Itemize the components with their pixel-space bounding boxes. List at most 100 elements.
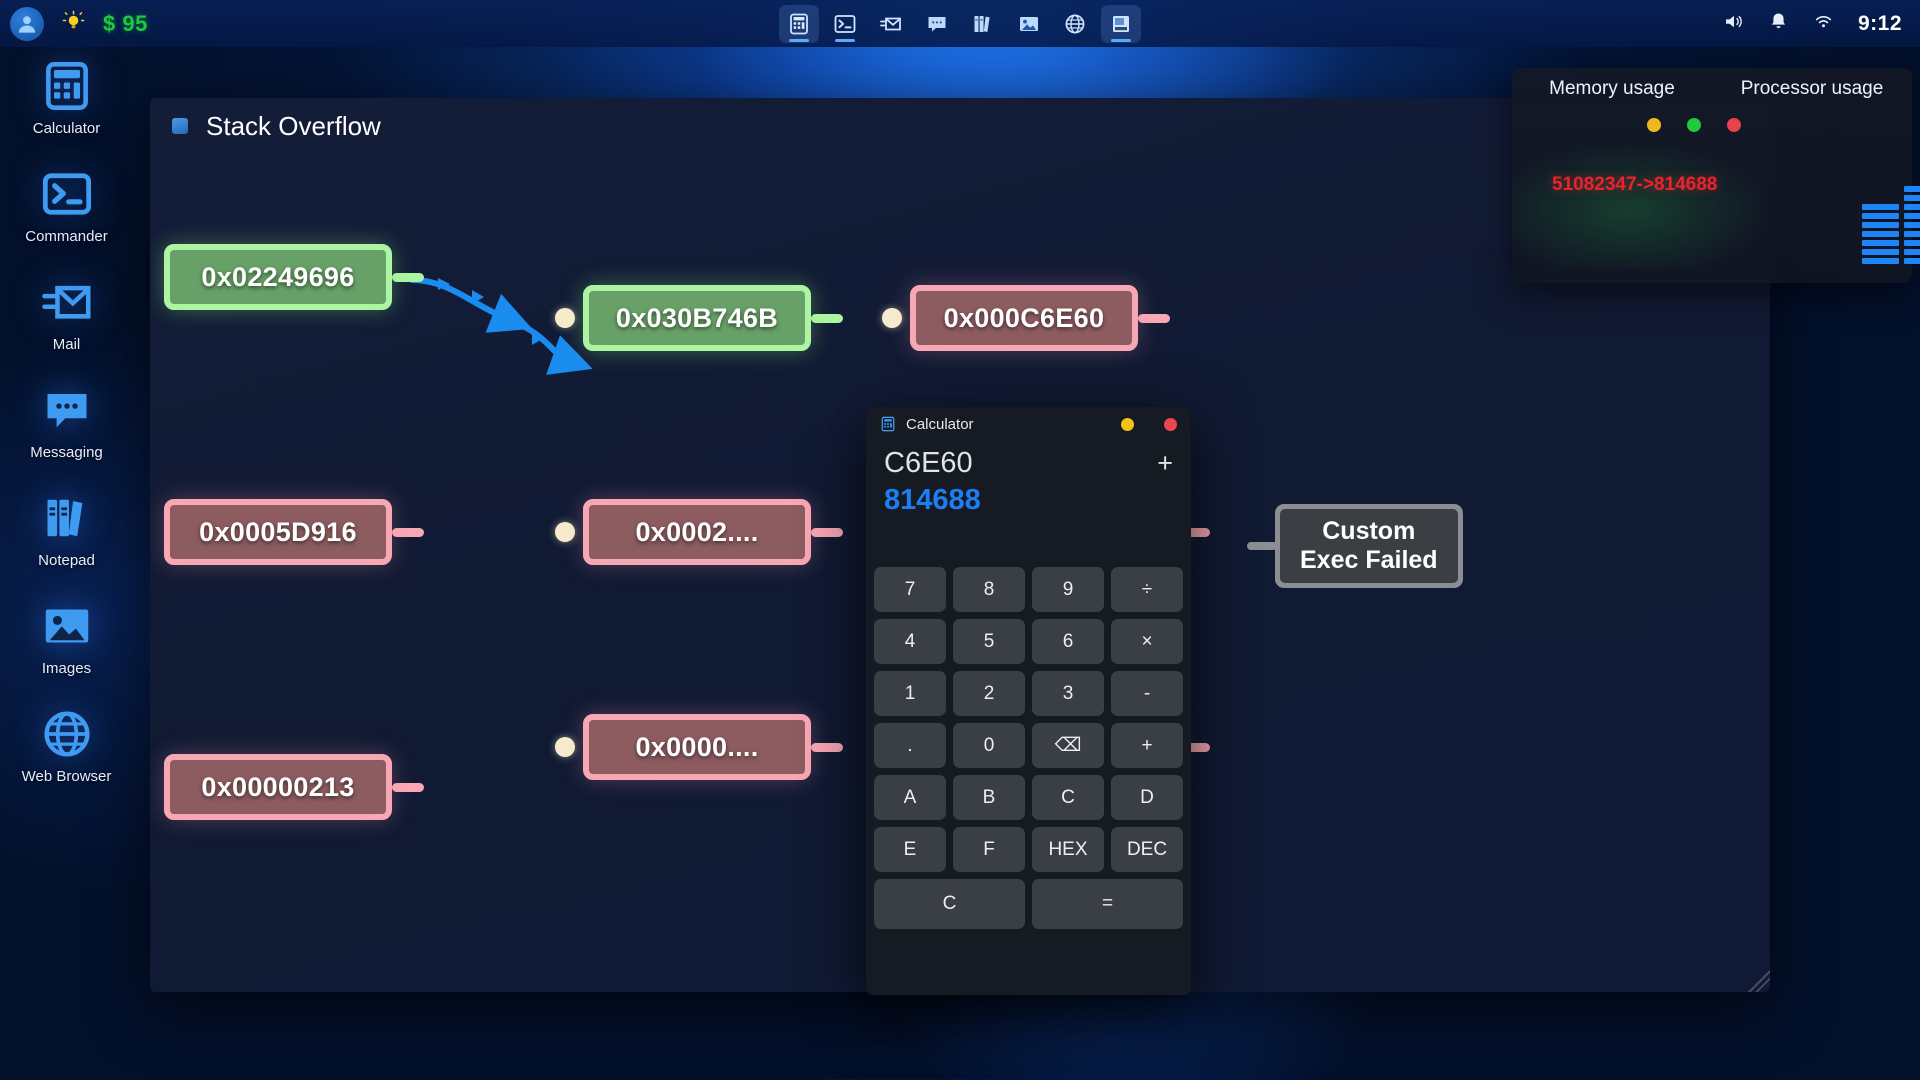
- green-status-dot: [1687, 118, 1701, 132]
- processor-bar-segment: [1862, 258, 1899, 264]
- minimize-button[interactable]: [1121, 417, 1134, 431]
- calculator-icon: [40, 59, 94, 113]
- sidebar-item-label: Commander: [25, 228, 108, 245]
- sidebar-item-label: Messaging: [30, 444, 103, 461]
- graph-node[interactable]: 0x0005D916: [164, 499, 392, 565]
- bell-icon[interactable]: [1768, 11, 1789, 37]
- exec-failed-line1: Custom: [1322, 517, 1416, 545]
- taskbar-images-icon[interactable]: [1009, 5, 1049, 43]
- mail-icon: [40, 275, 94, 329]
- volume-icon[interactable]: [1723, 11, 1744, 37]
- node-stub: [392, 273, 424, 282]
- calculator-window: Calculator C6E60 + 814688 7 8 9 ÷ 4 5 6 × 1 2 3-. 0…: [866, 407, 1191, 995]
- processor-bar-column: [1903, 186, 1920, 264]
- calculator-key-[interactable]: ⌫: [1032, 723, 1104, 768]
- processor-bar-segment: [1862, 213, 1899, 219]
- sidebar-item-web-browser[interactable]: Web Browser: [7, 703, 127, 789]
- processor-bar-segment: [1862, 222, 1899, 228]
- graph-node[interactable]: 0x0000....: [583, 714, 811, 780]
- calculator-key-4[interactable]: 4: [874, 619, 946, 664]
- wifi-icon[interactable]: [1813, 11, 1834, 37]
- calculator-expression-row: C6E60 +: [884, 447, 1173, 480]
- calculator-key-[interactable]: ÷: [1111, 567, 1183, 612]
- node-connector-dot: [882, 308, 902, 328]
- calculator-icon: [880, 416, 896, 432]
- system-monitor-panel: Memory usage Processor usage 51082347->8…: [1512, 68, 1920, 283]
- calculator-display: C6E60 + 814688: [866, 441, 1191, 527]
- sidebar-item-notepad[interactable]: Notepad: [7, 487, 127, 573]
- calculator-key-dec[interactable]: DEC: [1111, 827, 1183, 872]
- calculator-key-a[interactable]: A: [874, 775, 946, 820]
- calculator-key-0[interactable]: 0: [953, 723, 1025, 768]
- calculator-key-hex[interactable]: HEX: [1032, 827, 1104, 872]
- taskbar-active-window-icon[interactable]: [1101, 4, 1141, 43]
- exec-failed-tooltip[interactable]: Custom Exec Failed: [1247, 504, 1463, 588]
- node-stub: [392, 783, 424, 792]
- calculator-key-[interactable]: ×: [1111, 619, 1183, 664]
- window-icon: [172, 118, 188, 134]
- calculator-titlebar: Calculator: [866, 407, 1191, 441]
- taskbar-notepad-icon[interactable]: [963, 5, 1003, 43]
- calculator-key-equals[interactable]: =: [1032, 879, 1183, 929]
- calculator-keypad: 7 8 9 ÷ 4 5 6 × 1 2 3-. 0 ⌫ + A B C D E F HEX DEC C =: [874, 567, 1183, 937]
- close-button[interactable]: [1164, 417, 1177, 431]
- terminal-icon: [40, 167, 94, 221]
- processor-bar-column: [1862, 204, 1899, 264]
- processor-bar-segment: [1862, 204, 1899, 210]
- memory-usage-value: 51082347->814688: [1552, 174, 1718, 195]
- calculator-key-8[interactable]: 8: [953, 567, 1025, 612]
- calculator-key-[interactable]: .: [874, 723, 946, 768]
- calculator-operator: +: [1157, 448, 1173, 478]
- node-connector-dot: [555, 737, 575, 757]
- calculator-key-c[interactable]: C: [1032, 775, 1104, 820]
- yellow-status-dot: [1647, 118, 1661, 132]
- sidebar-item-calculator[interactable]: Calculator: [7, 55, 127, 141]
- taskbar-web-browser-icon[interactable]: [1055, 5, 1095, 43]
- image-icon: [40, 599, 94, 653]
- calculator-key-e[interactable]: E: [874, 827, 946, 872]
- taskbar-mail-icon[interactable]: [871, 5, 911, 43]
- calculator-key-7[interactable]: 7: [874, 567, 946, 612]
- exec-failed-text: Custom Exec Failed: [1280, 509, 1458, 583]
- calculator-key-2[interactable]: 2: [953, 671, 1025, 716]
- processor-bar-segment: [1903, 240, 1920, 246]
- processor-bar-segment: [1903, 204, 1920, 210]
- calculator-key-6[interactable]: 6: [1032, 619, 1104, 664]
- taskbar-terminal-icon[interactable]: [825, 5, 865, 43]
- calculator-key-5[interactable]: 5: [953, 619, 1025, 664]
- calculator-key-clear[interactable]: C: [874, 879, 1025, 929]
- graph-node[interactable]: 0x000C6E60: [910, 285, 1138, 351]
- taskbar-messaging-icon[interactable]: [917, 5, 957, 43]
- graph-node[interactable]: 0x00000213: [164, 754, 392, 820]
- sidebar-item-messaging[interactable]: Messaging: [7, 379, 127, 465]
- node-stub: [1138, 314, 1170, 323]
- calculator-key-b[interactable]: B: [953, 775, 1025, 820]
- tooltip-tail: [1247, 541, 1277, 550]
- lightbulb-icon[interactable]: [62, 10, 85, 37]
- graph-node[interactable]: 0x0002....: [583, 499, 811, 565]
- page-title: Stack Overflow: [206, 110, 381, 141]
- calculator-key-[interactable]: +: [1111, 723, 1183, 768]
- processor-bar-segment: [1903, 195, 1920, 201]
- processor-bar-segment: [1862, 249, 1899, 255]
- calculator-title: Calculator: [906, 415, 974, 433]
- calculator-result: 814688: [884, 484, 981, 516]
- money-counter: $ 95: [103, 10, 148, 36]
- calculator-key-1[interactable]: 1: [874, 671, 946, 716]
- graph-node[interactable]: 0x030B746B: [583, 285, 811, 351]
- calculator-key-[interactable]: -: [1111, 671, 1183, 716]
- sidebar-item-images[interactable]: Images: [7, 595, 127, 681]
- calculator-key-9[interactable]: 9: [1032, 567, 1104, 612]
- system-tray: 9:12: [1723, 11, 1902, 37]
- calculator-key-d[interactable]: D: [1111, 775, 1183, 820]
- avatar[interactable]: [10, 6, 44, 41]
- processor-bar-segment: [1903, 213, 1920, 219]
- calculator-key-f[interactable]: F: [953, 827, 1025, 872]
- red-status-dot: [1727, 118, 1741, 132]
- taskbar-calculator-icon[interactable]: [779, 4, 819, 43]
- sidebar-item-commander[interactable]: Commander: [7, 163, 127, 249]
- calculator-key-3[interactable]: 3: [1032, 671, 1104, 716]
- sidebar-item-mail[interactable]: Mail: [7, 271, 127, 357]
- top-bar: $ 95 9:12: [0, 0, 1920, 47]
- graph-node[interactable]: 0x02249696: [164, 244, 392, 310]
